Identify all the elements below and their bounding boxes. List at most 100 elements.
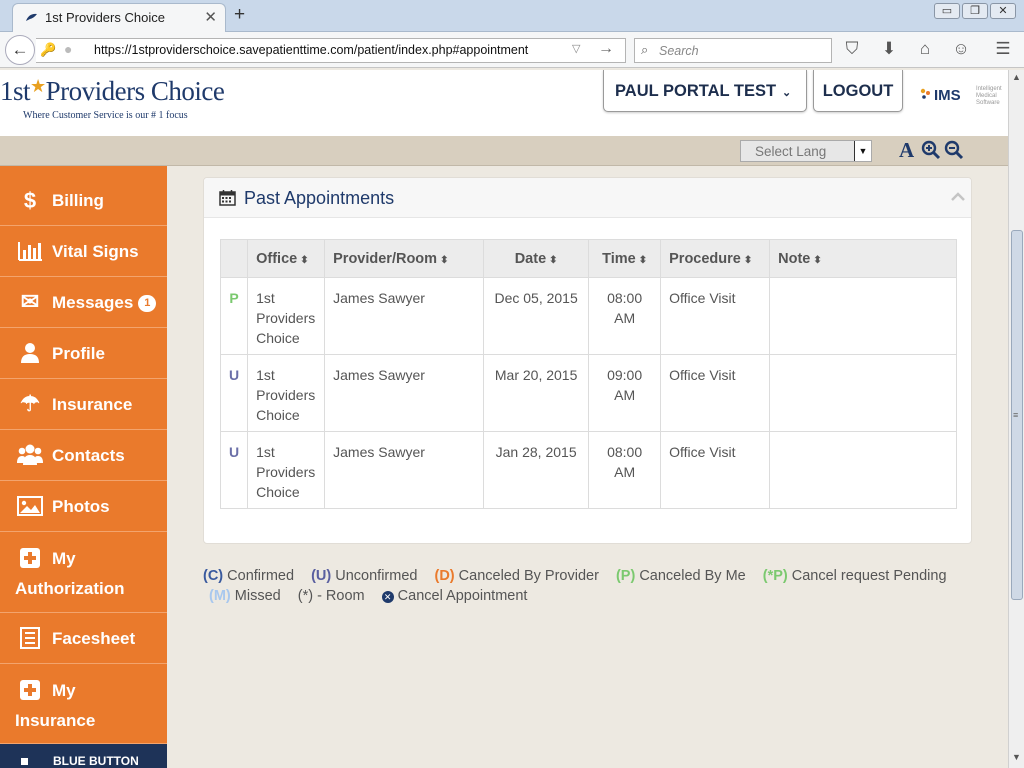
user-icon xyxy=(21,343,39,363)
sidebar: $ Billing Vital Signs ✉ Messages 1 Profil… xyxy=(0,166,167,768)
language-select-value: Select Lang xyxy=(755,144,827,159)
sidebar-item-label: Contacts xyxy=(52,446,125,465)
site-logo[interactable]: 1st★Providers Choice xyxy=(0,76,225,107)
legend-missed: (M) Missed xyxy=(209,588,281,604)
status-cell: U xyxy=(219,431,249,509)
legend-unconfirmed: (U) Unconfirmed xyxy=(311,568,418,584)
status-cell: U xyxy=(219,354,249,432)
sidebar-item-messages[interactable]: ✉ Messages 1 xyxy=(0,277,167,328)
chevron-up-icon[interactable] xyxy=(950,189,966,205)
language-select[interactable]: Select Lang ▼ xyxy=(740,140,872,162)
home-icon[interactable]: ⌂ xyxy=(914,39,936,59)
sidebar-item-profile[interactable]: Profile xyxy=(0,328,167,379)
scroll-down-icon[interactable]: ▼ xyxy=(1012,752,1021,762)
sidebar-item-label: Photos xyxy=(52,497,110,516)
sort-icon: ⬍ xyxy=(743,254,753,266)
site-info-icon[interactable]: ● xyxy=(64,41,72,57)
user-menu-button[interactable]: PAUL PORTAL TEST ⌄ xyxy=(603,70,807,112)
bar-chart-icon xyxy=(18,242,42,261)
close-window-button[interactable]: ✕ xyxy=(990,3,1016,19)
status-column-header xyxy=(219,239,249,278)
sort-icon: ⬍ xyxy=(440,254,449,266)
office-column-header[interactable]: Office ⬍ xyxy=(247,239,326,278)
new-tab-button[interactable]: + xyxy=(234,4,245,26)
browser-nav-bar: 🔑 ● https://1stproviderschoice.savepatie… xyxy=(0,32,1024,68)
url-text[interactable]: https://1stproviderschoice.savepatientti… xyxy=(94,43,528,57)
address-bar[interactable]: 🔑 ● https://1stproviderschoice.savepatie… xyxy=(36,38,626,63)
date-column-header[interactable]: Date ⬍ xyxy=(483,239,590,278)
menu-icon[interactable]: ☰ xyxy=(992,39,1014,59)
sidebar-item-insurance[interactable]: ☂ Insurance xyxy=(0,379,167,430)
legend-room: (*) - Room xyxy=(297,588,365,604)
close-circle-icon: ✕ xyxy=(381,591,394,603)
sidebar-item-label: Insurance xyxy=(52,395,133,414)
back-button[interactable]: ← xyxy=(5,35,35,65)
table-row: P 1st Providers Choice James Sawyer Dec … xyxy=(219,277,957,355)
search-icon: ⌕ xyxy=(641,42,649,57)
tab-close-icon[interactable]: ✕ xyxy=(204,8,217,26)
sidebar-item-label-line2: Authorization xyxy=(15,579,125,598)
document-list-icon xyxy=(20,627,40,649)
past-appointments-panel: Past Appointments Office ⬍ Provider/Room ⬍… xyxy=(203,177,972,544)
dollar-icon: $ xyxy=(23,188,37,213)
page-scrollbar[interactable]: ▲ ≡ ▼ xyxy=(1008,70,1024,768)
chat-icon[interactable]: ☺ xyxy=(950,39,972,59)
font-size-reset-button[interactable]: A xyxy=(899,138,914,163)
status-cell: P xyxy=(219,277,249,355)
table-row: U 1st Providers Choice James Sawyer Jan … xyxy=(219,431,957,509)
office-cell: 1st Providers Choice xyxy=(247,354,326,432)
date-cell: Dec 05, 2015 xyxy=(483,277,590,355)
sidebar-item-photos[interactable]: Photos xyxy=(0,481,167,532)
dropdown-arrow-icon[interactable]: ▼ xyxy=(854,141,871,161)
provider-cell: James Sawyer xyxy=(324,354,485,432)
logout-button[interactable]: LOGOUT xyxy=(813,70,903,112)
zoom-out-icon[interactable] xyxy=(944,140,964,160)
restore-window-button[interactable]: ❐ xyxy=(962,3,988,19)
sidebar-item-my-insurance[interactable]: My Insurance xyxy=(0,664,167,744)
sidebar-item-label-line1: My xyxy=(52,681,76,700)
users-icon xyxy=(17,444,43,465)
note-column-header[interactable]: Note ⬍ xyxy=(769,239,957,278)
procedure-column-header[interactable]: Procedure ⬍ xyxy=(660,239,771,278)
logo-prefix: 1st xyxy=(0,76,31,106)
legend-confirmed: (C) Confirmed xyxy=(203,568,295,584)
sidebar-item-label-line1: My xyxy=(52,549,76,568)
sort-icon: ⬍ xyxy=(300,254,309,266)
ims-dots-icon xyxy=(920,88,930,99)
zoom-in-icon[interactable] xyxy=(921,140,941,160)
sidebar-item-vital-signs[interactable]: Vital Signs xyxy=(0,226,167,277)
sidebar-item-label: Messages xyxy=(52,293,134,312)
scroll-up-icon[interactable]: ▲ xyxy=(1012,72,1021,82)
logo-name: Providers Choice xyxy=(45,76,225,106)
calendar-icon xyxy=(219,190,236,206)
minimize-window-button[interactable]: ▭ xyxy=(934,3,960,19)
sidebar-item-my-authorization[interactable]: My Authorization xyxy=(0,532,167,613)
browser-tab[interactable]: 1st Providers Choice ✕ xyxy=(12,3,226,32)
sidebar-item-billing[interactable]: $ Billing xyxy=(0,175,167,226)
legend-cancel-appointment: ✕ Cancel Appointment xyxy=(381,588,527,604)
blue-button-link[interactable]: BLUE BUTTON xyxy=(0,744,167,768)
square-icon xyxy=(21,758,28,765)
table-row: U 1st Providers Choice James Sawyer Mar … xyxy=(219,354,957,432)
pocket-icon[interactable]: ⛉ xyxy=(841,39,863,59)
envelope-icon: ✉ xyxy=(20,289,40,314)
note-cell xyxy=(769,354,957,432)
sort-icon: ⬍ xyxy=(638,254,648,266)
download-icon[interactable]: ⬇ xyxy=(878,39,900,59)
sidebar-item-contacts[interactable]: Contacts xyxy=(0,430,167,481)
provider-column-header[interactable]: Provider/Room ⬍ xyxy=(324,239,485,278)
sidebar-item-facesheet[interactable]: Facesheet xyxy=(0,613,167,664)
sort-icon: ⬍ xyxy=(549,254,558,266)
sidebar-item-label: Facesheet xyxy=(52,629,136,648)
search-input[interactable]: ⌕ Search xyxy=(634,38,832,63)
note-cell xyxy=(769,277,957,355)
logo-star-icon: ★ xyxy=(30,76,46,96)
site-favicon-icon xyxy=(26,13,37,21)
chevron-down-icon: ⌄ xyxy=(782,87,792,99)
url-dropdown-icon[interactable]: ▽ xyxy=(572,42,580,55)
time-column-header[interactable]: Time ⬍ xyxy=(588,239,662,278)
sort-icon: ⬍ xyxy=(813,254,822,266)
provider-cell: James Sawyer xyxy=(324,431,485,509)
scroll-grip-icon: ≡ xyxy=(1013,410,1019,420)
go-arrow-icon[interactable]: → xyxy=(598,40,614,58)
